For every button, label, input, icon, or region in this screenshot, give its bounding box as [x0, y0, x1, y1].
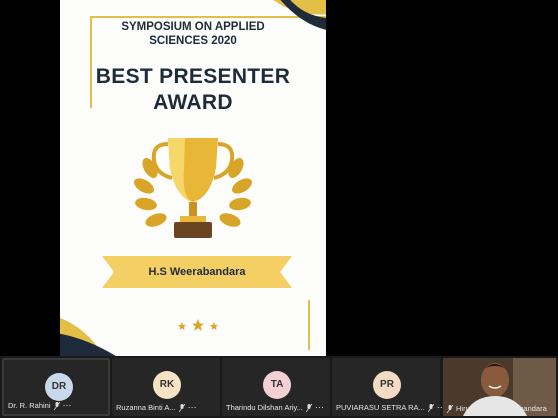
star-decoration-icon: [178, 319, 218, 331]
participant-strip: DR Dr. R. Rahini ⋯ RK Ruzanna Binti A...…: [0, 356, 558, 418]
gold-frame-right-bottom: [308, 300, 310, 350]
symposium-line-2: SCIENCES 2020: [149, 35, 237, 47]
avatar: DR: [45, 373, 73, 401]
award-line-1: BEST PRESENTER: [95, 65, 291, 88]
mic-muted-icon: [53, 401, 60, 410]
trophy-icon: [134, 138, 252, 238]
participant-tile[interactable]: RK Ruzanna Binti A... ⋯: [112, 358, 220, 416]
participant-name: Ruzanna Binti A...: [116, 403, 176, 412]
avatar: RK: [153, 371, 181, 399]
participant-tile[interactable]: DR Dr. R. Rahini ⋯: [2, 358, 110, 416]
more-options-icon[interactable]: ⋯: [188, 402, 198, 413]
symposium-title: SYMPOSIUM ON APPLIED SCIENCES 2020: [60, 20, 326, 48]
more-options-icon[interactable]: ⋯: [315, 402, 325, 413]
mic-muted-icon: [178, 403, 185, 412]
participant-name: Tharindu Dilshan Ariy...: [226, 403, 303, 412]
recipient-ribbon: H.S Weerabandara: [102, 256, 292, 288]
shared-screen: SYMPOSIUM ON APPLIED SCIENCES 2020 BEST …: [0, 0, 558, 356]
avatar: PR: [373, 371, 401, 399]
avatar: TA: [263, 371, 291, 399]
participant-tile[interactable]: TA Tharindu Dilshan Ariy... ⋯: [222, 358, 330, 416]
mic-muted-icon: [305, 403, 312, 412]
mic-muted-icon: [427, 403, 434, 412]
symposium-line-1: SYMPOSIUM ON APPLIED: [121, 21, 265, 33]
recipient-name: H.S Weerabandara: [148, 266, 246, 278]
more-options-icon[interactable]: ⋯: [63, 400, 73, 411]
participant-name: Hiru Sahaja Weerabandara: [456, 404, 547, 413]
participant-tile[interactable]: PR PUVIARASU SETRA RA... ⋯: [332, 358, 446, 416]
award-poster: SYMPOSIUM ON APPLIED SCIENCES 2020 BEST …: [60, 0, 326, 356]
participant-video-tile[interactable]: Hiru Sahaja Weerabandara: [443, 358, 556, 416]
corner-swoosh-bottom-left: [60, 317, 116, 356]
award-title: BEST PRESENTER AWARD: [60, 64, 326, 116]
award-line-2: AWARD: [153, 91, 233, 114]
participant-name: PUVIARASU SETRA RA...: [336, 403, 425, 412]
mic-muted-icon: [447, 404, 453, 413]
participant-name: Dr. R. Rahini: [8, 401, 51, 410]
